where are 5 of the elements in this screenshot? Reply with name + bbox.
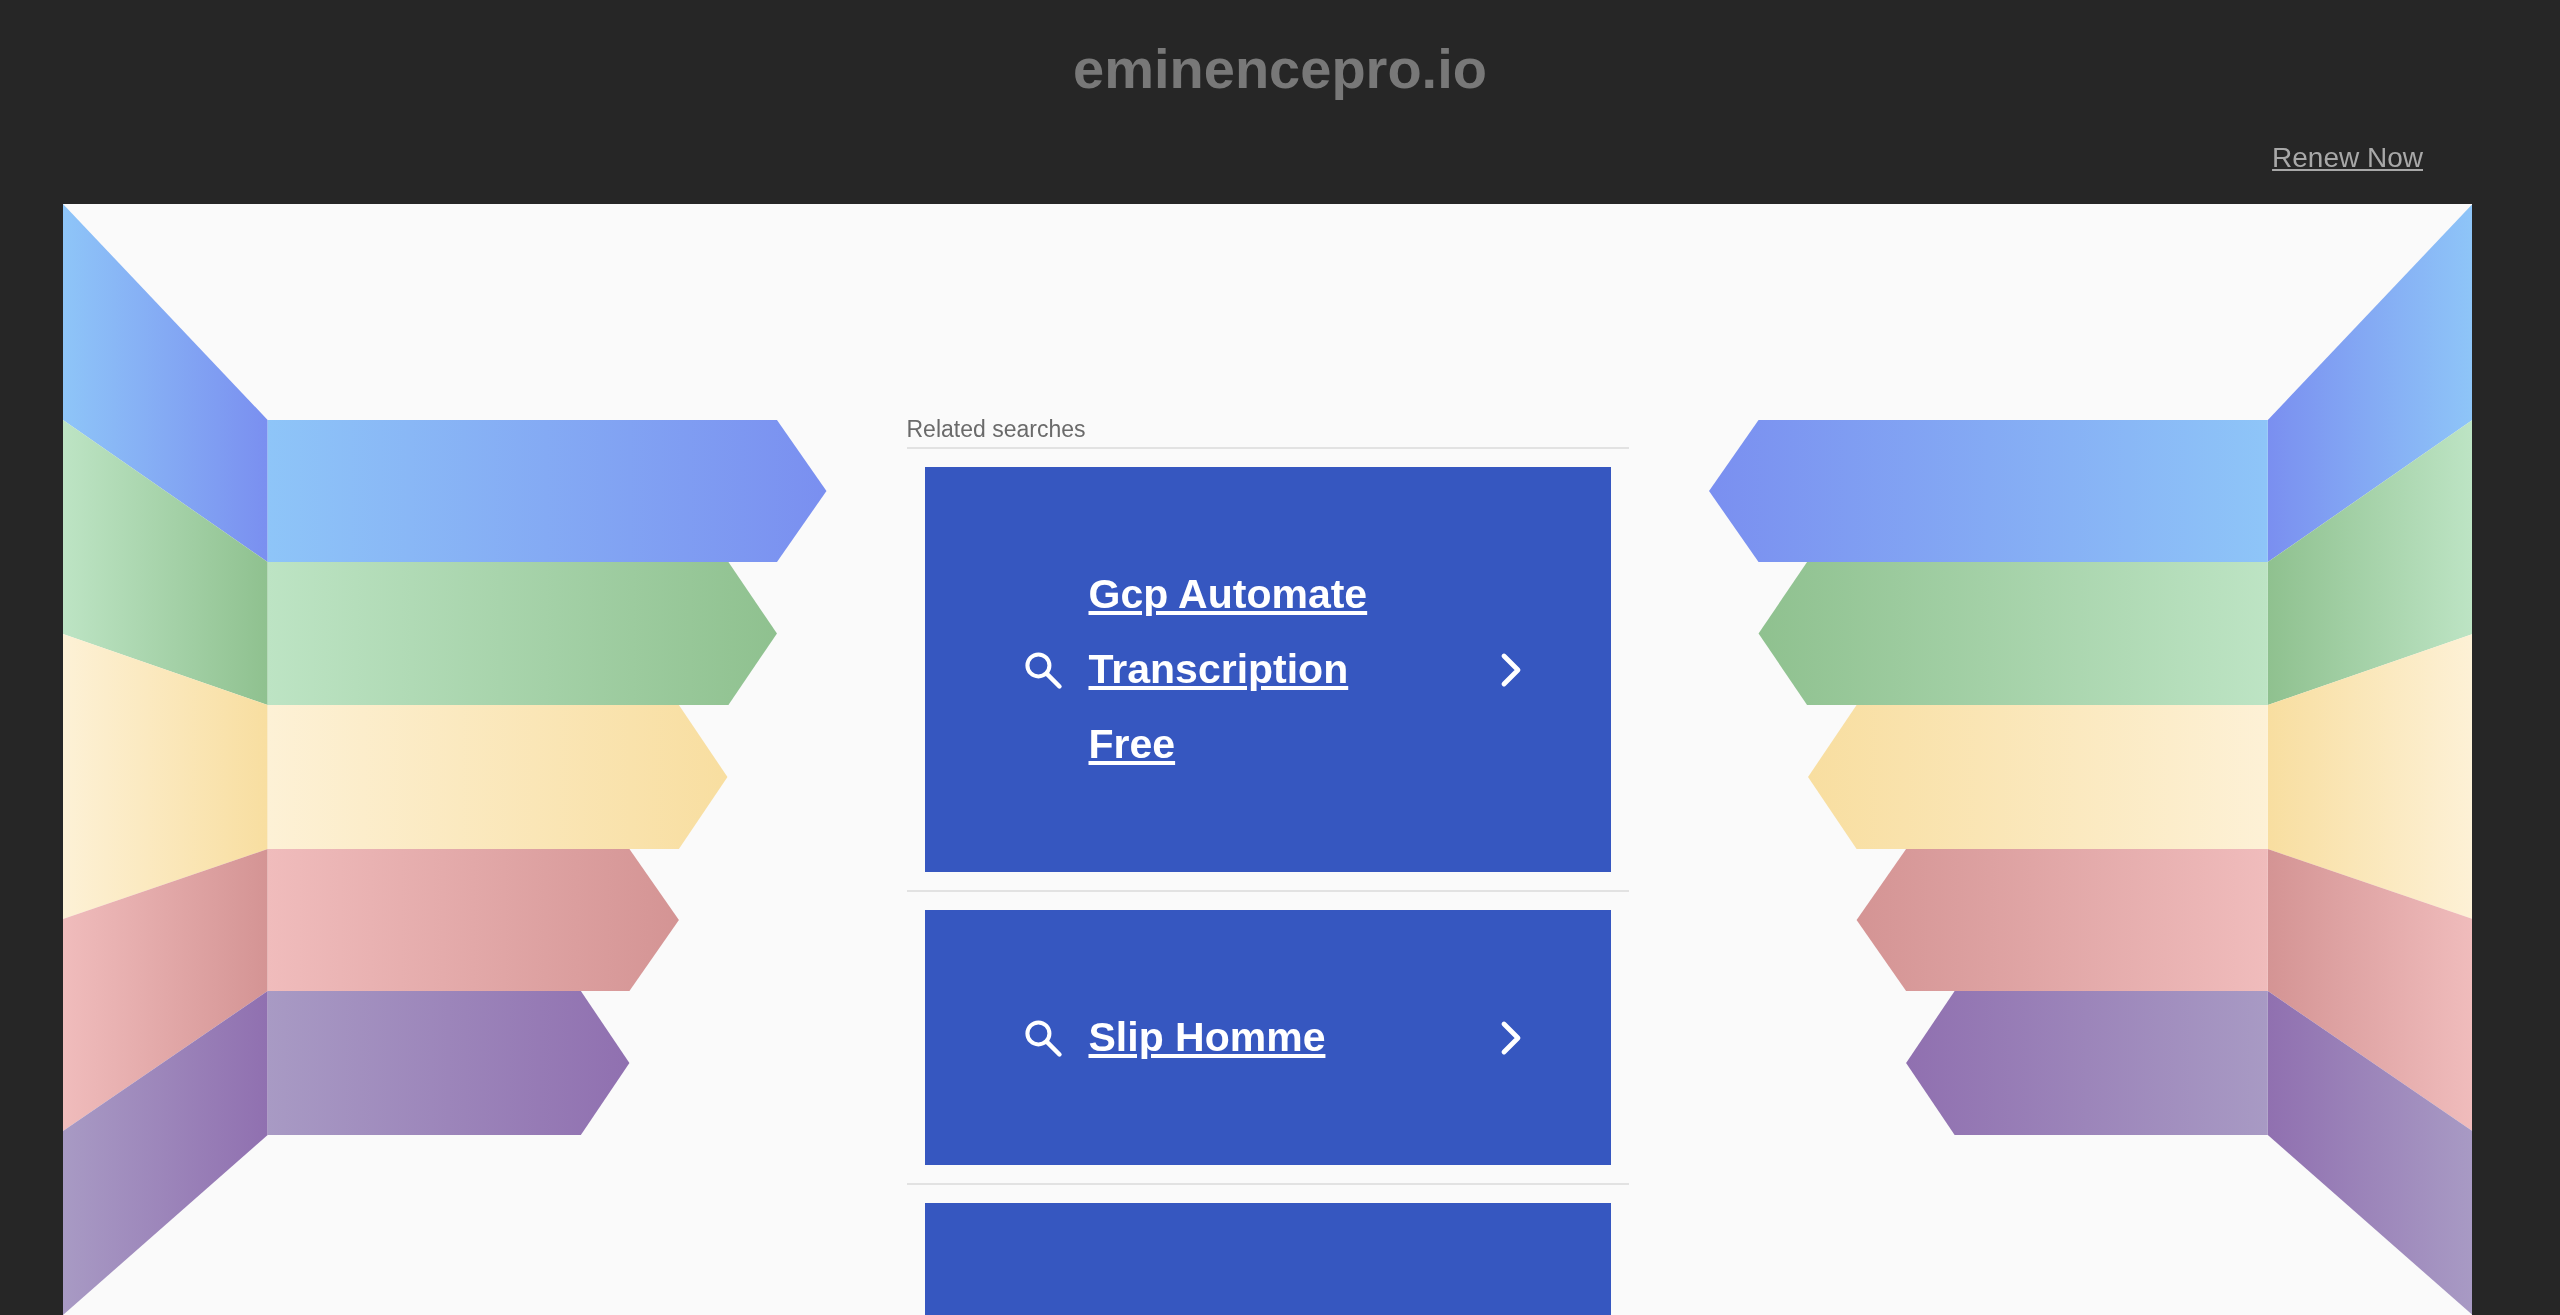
renew-link[interactable]: Renew Now bbox=[2272, 141, 2423, 174]
domain-title: eminencepro.io bbox=[1073, 38, 1487, 100]
search-result-link[interactable]: Slip Homme bbox=[924, 910, 1611, 1165]
search-result-link[interactable]: Gcp Automate Transcription Free bbox=[924, 467, 1611, 872]
section-heading: Related searches bbox=[906, 416, 1086, 443]
